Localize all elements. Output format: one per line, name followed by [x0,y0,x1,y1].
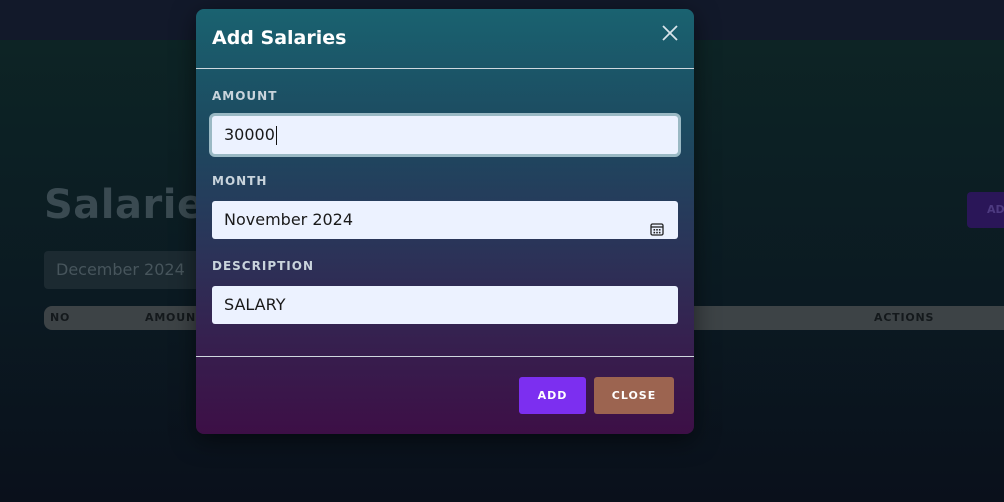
month-value: November 2024 [224,210,354,229]
column-header-actions: ACTIONS [874,311,935,324]
column-header-no: NO [50,311,71,324]
footer-divider [196,356,694,357]
add-salaries-modal: Add Salaries AMOUNT 30000 MONTH November… [196,9,694,434]
amount-label: AMOUNT [212,89,278,103]
description-value: SALARY [224,295,286,314]
close-icon[interactable] [658,21,682,45]
text-caret [275,126,277,145]
add-button[interactable]: ADD [519,377,586,414]
calendar-icon[interactable] [650,212,664,236]
close-button[interactable]: CLOSE [594,377,674,414]
description-input[interactable]: SALARY [212,286,678,324]
description-label: DESCRIPTION [212,259,315,273]
month-label: MONTH [212,174,268,188]
amount-value: 30000 [224,125,275,144]
amount-input[interactable]: 30000 [212,116,678,154]
modal-title: Add Salaries [212,27,347,49]
month-filter[interactable]: December 2024 [44,251,204,289]
month-input[interactable]: November 2024 [212,201,678,239]
add-salary-button[interactable]: AD [967,192,1004,228]
header-divider [196,68,694,69]
